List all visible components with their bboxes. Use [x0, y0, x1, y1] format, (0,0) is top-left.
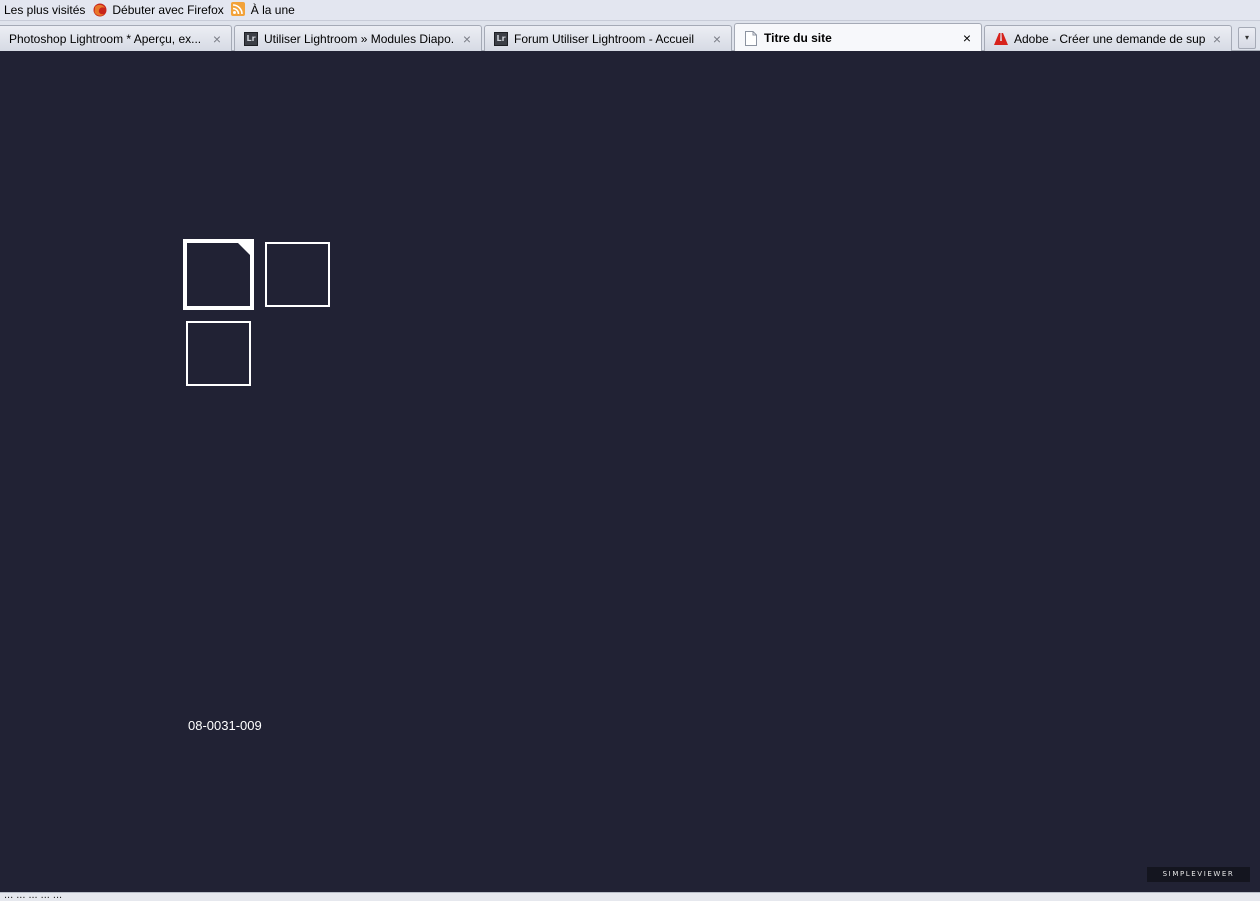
close-icon[interactable]: ×	[459, 31, 475, 47]
bookmark-getting-started[interactable]: Débuter avec Firefox	[88, 0, 226, 21]
status-text: ... ... ... ... ...	[4, 892, 63, 901]
tab-lightroom-forum[interactable]: Lr Forum Utiliser Lightroom - Accueil ×	[484, 25, 732, 51]
close-icon[interactable]: ×	[1209, 31, 1225, 47]
selected-corner-marker	[238, 243, 250, 255]
close-icon[interactable]: ×	[959, 30, 975, 46]
tab-lightroom-slideshow[interactable]: Lr Utiliser Lightroom » Modules Diapo...…	[234, 25, 482, 51]
tab-label: Photoshop Lightroom * Aperçu, ex...	[9, 31, 202, 46]
tab-label: Forum Utiliser Lightroom - Accueil	[514, 31, 695, 46]
tab-list-button[interactable]: ▾	[1238, 27, 1256, 49]
bookmark-headlines[interactable]: À la une	[227, 0, 298, 21]
gallery-stage: 08-0031-009 SIMPLEVIEWER	[0, 51, 1260, 892]
gallery-thumbnail-selected[interactable]	[183, 239, 254, 310]
gallery-thumbnail[interactable]	[265, 242, 330, 307]
adobe-icon	[993, 31, 1009, 47]
lightroom-icon: Lr	[243, 31, 259, 47]
tab-site-title[interactable]: Titre du site ×	[734, 23, 982, 52]
firefox-icon	[92, 2, 108, 18]
tab-label: Utiliser Lightroom » Modules Diapo...	[264, 31, 455, 46]
lightroom-icon-glyph: Lr	[494, 31, 508, 46]
tab-lightroom-preview[interactable]: Photoshop Lightroom * Aperçu, ex... ×	[0, 25, 232, 51]
page-icon	[743, 30, 759, 46]
gallery-thumbnail[interactable]	[186, 321, 251, 386]
rss-icon	[230, 2, 247, 18]
lightroom-icon: Lr	[493, 31, 509, 47]
close-icon[interactable]: ×	[709, 31, 725, 47]
lightroom-icon-glyph: Lr	[244, 31, 258, 46]
tab-label: Titre du site	[764, 31, 832, 45]
bookmark-label: Les plus visités	[4, 3, 86, 17]
bookmark-most-visited[interactable]: Les plus visités	[0, 0, 88, 21]
close-icon[interactable]: ×	[209, 31, 225, 47]
bookmarks-toolbar: Les plus visités Débuter avec Firefox À …	[0, 0, 1260, 21]
image-caption: 08-0031-009	[188, 718, 262, 733]
bookmark-label: Débuter avec Firefox	[112, 3, 224, 17]
tab-blank-icon	[1, 31, 5, 47]
tab-adobe-support[interactable]: Adobe - Créer une demande de sup... ×	[984, 25, 1232, 51]
bookmark-label: À la une	[250, 3, 295, 17]
status-bar: ... ... ... ... ...	[0, 892, 1260, 901]
tab-label: Adobe - Créer une demande de sup...	[1014, 31, 1205, 46]
tab-strip: Photoshop Lightroom * Aperçu, ex... × Lr…	[0, 21, 1260, 52]
simpleviewer-logo[interactable]: SIMPLEVIEWER	[1147, 867, 1250, 882]
